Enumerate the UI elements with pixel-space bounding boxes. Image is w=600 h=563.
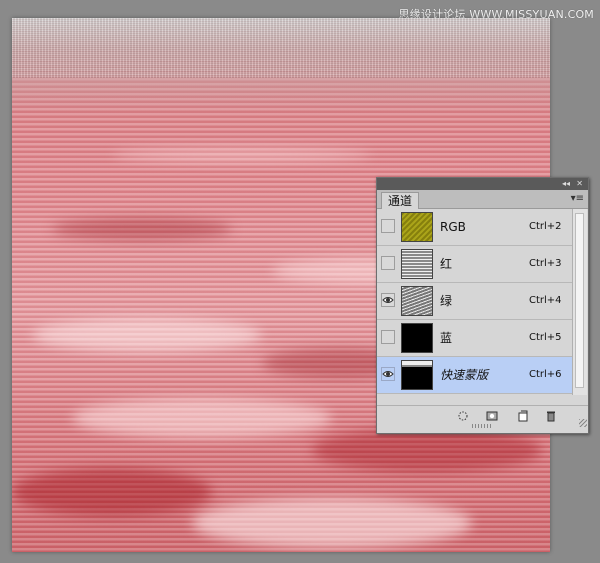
channel-row-rgb[interactable]: RGB Ctrl+2 <box>377 209 572 246</box>
new-channel-icon[interactable] <box>517 410 529 422</box>
channel-name: 红 <box>440 257 453 271</box>
gray-thumbnail-icon <box>401 286 433 316</box>
vertical-scrollbar[interactable] <box>572 209 587 395</box>
canvas-wave <box>72 398 332 438</box>
canvas-wave <box>12 468 212 516</box>
visibility-toggle[interactable] <box>381 219 395 233</box>
channels-panel: ◂◂ ✕ 通道 ▾≡ RGB Ctrl+2 红 Ctrl+3 绿 Ctrl+4 … <box>376 177 589 434</box>
channel-row-green[interactable]: 绿 Ctrl+4 <box>377 283 572 320</box>
mask-thumbnail-icon <box>401 360 433 390</box>
panel-titlebar[interactable]: ◂◂ ✕ <box>377 178 588 190</box>
channel-name: 快速蒙版 <box>440 368 489 382</box>
canvas-wave <box>52 218 232 240</box>
delete-channel-icon[interactable] <box>545 410 557 422</box>
gray-thumbnail-icon <box>401 249 433 279</box>
canvas-wave <box>112 148 372 162</box>
tab-channels[interactable]: 通道 <box>381 192 420 209</box>
visibility-toggle[interactable] <box>381 330 395 344</box>
channel-row-blue[interactable]: 蓝 Ctrl+5 <box>377 320 572 357</box>
panel-grip[interactable] <box>472 424 492 428</box>
canvas-wave <box>192 498 472 548</box>
load-selection-icon[interactable] <box>457 410 469 422</box>
panel-tabbar: 通道 ▾≡ <box>377 190 588 209</box>
channel-shortcut: Ctrl+3 <box>529 258 562 269</box>
channel-shortcut: Ctrl+2 <box>529 221 562 232</box>
channel-name: 蓝 <box>440 331 453 345</box>
panel-footer <box>377 405 588 428</box>
canvas-wave <box>32 318 262 352</box>
canvas-wave <box>312 428 542 472</box>
visibility-toggle[interactable] <box>381 256 395 270</box>
black-thumbnail-icon <box>401 323 433 353</box>
close-icon[interactable]: ✕ <box>576 179 583 189</box>
channel-shortcut: Ctrl+4 <box>529 295 562 306</box>
scroll-thumb[interactable] <box>575 213 584 388</box>
rgb-thumbnail-icon <box>401 212 433 242</box>
channel-row-red[interactable]: 红 Ctrl+3 <box>377 246 572 283</box>
canvas-horizon-noise <box>12 18 550 78</box>
collapse-icon[interactable]: ◂◂ <box>562 179 570 189</box>
channel-shortcut: Ctrl+6 <box>529 369 562 380</box>
panel-menu-icon[interactable]: ▾≡ <box>571 193 584 205</box>
visibility-toggle[interactable] <box>381 367 395 381</box>
save-selection-icon[interactable] <box>486 410 498 422</box>
eye-icon <box>382 371 394 377</box>
channel-list: RGB Ctrl+2 红 Ctrl+3 绿 Ctrl+4 蓝 Ctrl+5 快速… <box>377 209 572 394</box>
channel-name: RGB <box>440 220 466 234</box>
visibility-toggle[interactable] <box>381 293 395 307</box>
channel-name: 绿 <box>440 294 453 308</box>
resize-grip[interactable] <box>579 419 587 427</box>
eye-icon <box>382 297 394 303</box>
channel-row-quick-mask[interactable]: 快速蒙版 Ctrl+6 <box>377 357 572 394</box>
channel-shortcut: Ctrl+5 <box>529 332 562 343</box>
